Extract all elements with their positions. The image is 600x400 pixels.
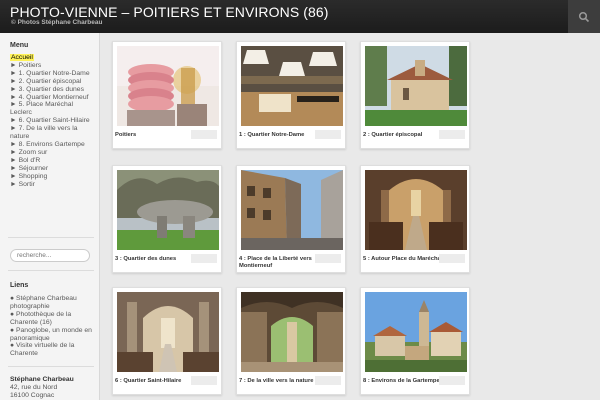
- menu-item-quartier-dunes[interactable]: ► 3. Quartier des dunes: [10, 86, 95, 94]
- card-caption: Poitiers: [115, 132, 137, 138]
- site-subtitle: © Photos Stéphane Charbeau: [11, 19, 103, 26]
- caption-bar: [191, 376, 217, 385]
- thumbnail-dolmen: [117, 170, 219, 250]
- links-title: Liens: [10, 282, 29, 289]
- gallery-card-episcopal[interactable]: 2 : Quartier épiscopal: [360, 41, 470, 149]
- menu-item-shopping[interactable]: ► Shopping: [10, 173, 95, 181]
- menu-item-quartier-episcopal[interactable]: ► 2. Quartier épiscopal: [10, 78, 95, 86]
- card-caption: 7 : De la ville vers la nature: [239, 378, 314, 384]
- site-header: PHOTO-VIENNE – POITIERS ET ENVIRONS (86)…: [0, 0, 600, 33]
- gallery-card-leclerc[interactable]: 5 : Autour Place du Maréchal Leclerc: [360, 165, 470, 273]
- address-block: Stéphane Charbeau 42, rue du Nord 16100 …: [10, 376, 74, 400]
- address-line1: 42, rue du Nord: [10, 384, 58, 391]
- links-list: ● Stéphane Charbeau photographie ● Photo…: [10, 295, 95, 358]
- caption-bar: [439, 254, 465, 263]
- menu-item-ville-nature[interactable]: ► 7. De la ville vers la nature: [10, 125, 95, 141]
- menu-item-quartier-notre-dame[interactable]: ► 1. Quartier Notre-Dame: [10, 70, 95, 78]
- card-caption: 6 : Quartier Saint-Hilaire: [115, 378, 182, 384]
- caption-bar: [315, 130, 341, 139]
- menu-item-quartier-montierneuf[interactable]: ► 4. Quartier Montierneuf: [10, 94, 95, 102]
- divider: [8, 366, 94, 367]
- thumbnail-library: [241, 46, 343, 126]
- gallery-card-poitiers[interactable]: Poitiers: [112, 41, 222, 149]
- menu-item-place-leclerc[interactable]: ► 5. Place Maréchal Leclerc: [10, 101, 95, 117]
- menu-item-poitiers[interactable]: ► Poitiers: [10, 62, 95, 70]
- gallery-card-saint-hilaire[interactable]: 6 : Quartier Saint-Hilaire: [112, 287, 222, 395]
- menu-item-sejourner[interactable]: ► Séjourner: [10, 165, 95, 173]
- address-name: Stéphane Charbeau: [10, 376, 74, 383]
- menu-item-saint-hilaire[interactable]: ► 6. Quartier Saint-Hilaire: [10, 117, 95, 125]
- card-caption: 8 : Environs de la Gartempe: [363, 378, 440, 384]
- thumbnail-macarons: [117, 46, 219, 126]
- card-caption: 3 : Quartier des dunes: [115, 256, 177, 262]
- search-input[interactable]: [10, 249, 90, 262]
- sidebar-menu: Accueil ► Poitiers ► 1. Quartier Notre-D…: [10, 54, 95, 188]
- divider: [8, 237, 94, 238]
- search-icon: [578, 11, 590, 22]
- gallery-card-montierneuf[interactable]: 4 : Place de la Liberté vers Montierneuf: [236, 165, 346, 273]
- sidebar: Menu Accueil ► Poitiers ► 1. Quartier No…: [0, 33, 100, 400]
- thumbnail-cloister: [241, 292, 343, 372]
- thumbnail-church-nave: [365, 170, 467, 250]
- caption-bar: [315, 254, 341, 263]
- address-line2: 16100 Cognac: [10, 392, 55, 399]
- gallery-card-ville-nature[interactable]: 7 : De la ville vers la nature: [236, 287, 346, 395]
- thumbnail-street: [241, 170, 343, 250]
- menu-item-sortir[interactable]: ► Sortir: [10, 181, 95, 189]
- thumbnail-saint-hilaire: [117, 292, 219, 372]
- search-button[interactable]: [568, 0, 600, 33]
- menu-item-bol-dr[interactable]: ► Bol d'R: [10, 157, 95, 165]
- menu-item-zoom[interactable]: ► Zoom sur: [10, 149, 95, 157]
- link-panoglobe[interactable]: ● Panoglobe, un monde en panoramique: [10, 327, 95, 343]
- caption-bar: [315, 376, 341, 385]
- menu-item-accueil[interactable]: Accueil: [10, 54, 95, 62]
- gallery-card-notre-dame[interactable]: 1 : Quartier Notre-Dame: [236, 41, 346, 149]
- card-caption: 1 : Quartier Notre-Dame: [239, 132, 305, 138]
- gallery-card-dunes[interactable]: 3 : Quartier des dunes: [112, 165, 222, 273]
- thumbnail-village: [365, 292, 467, 372]
- menu-title: Menu: [10, 42, 29, 49]
- thumbnail-chapel: [365, 46, 467, 126]
- caption-bar: [439, 130, 465, 139]
- link-charbeau-photographie[interactable]: ● Stéphane Charbeau photographie: [10, 295, 95, 311]
- link-visite-virtuelle[interactable]: ● Visite virtuelle de la Charente: [10, 342, 95, 358]
- card-caption: 2 : Quartier épiscopal: [363, 132, 423, 138]
- divider: [8, 270, 94, 271]
- menu-item-gartempe[interactable]: ► 8. Environs Gartempe: [10, 141, 95, 149]
- site-title[interactable]: PHOTO-VIENNE – POITIERS ET ENVIRONS (86): [10, 4, 329, 20]
- link-phototheque-charente[interactable]: ● Photothèque de la Charente (16): [10, 311, 95, 327]
- caption-bar: [191, 130, 217, 139]
- gallery-card-gartempe[interactable]: 8 : Environs de la Gartempe: [360, 287, 470, 395]
- caption-bar: [191, 254, 217, 263]
- caption-bar: [439, 376, 465, 385]
